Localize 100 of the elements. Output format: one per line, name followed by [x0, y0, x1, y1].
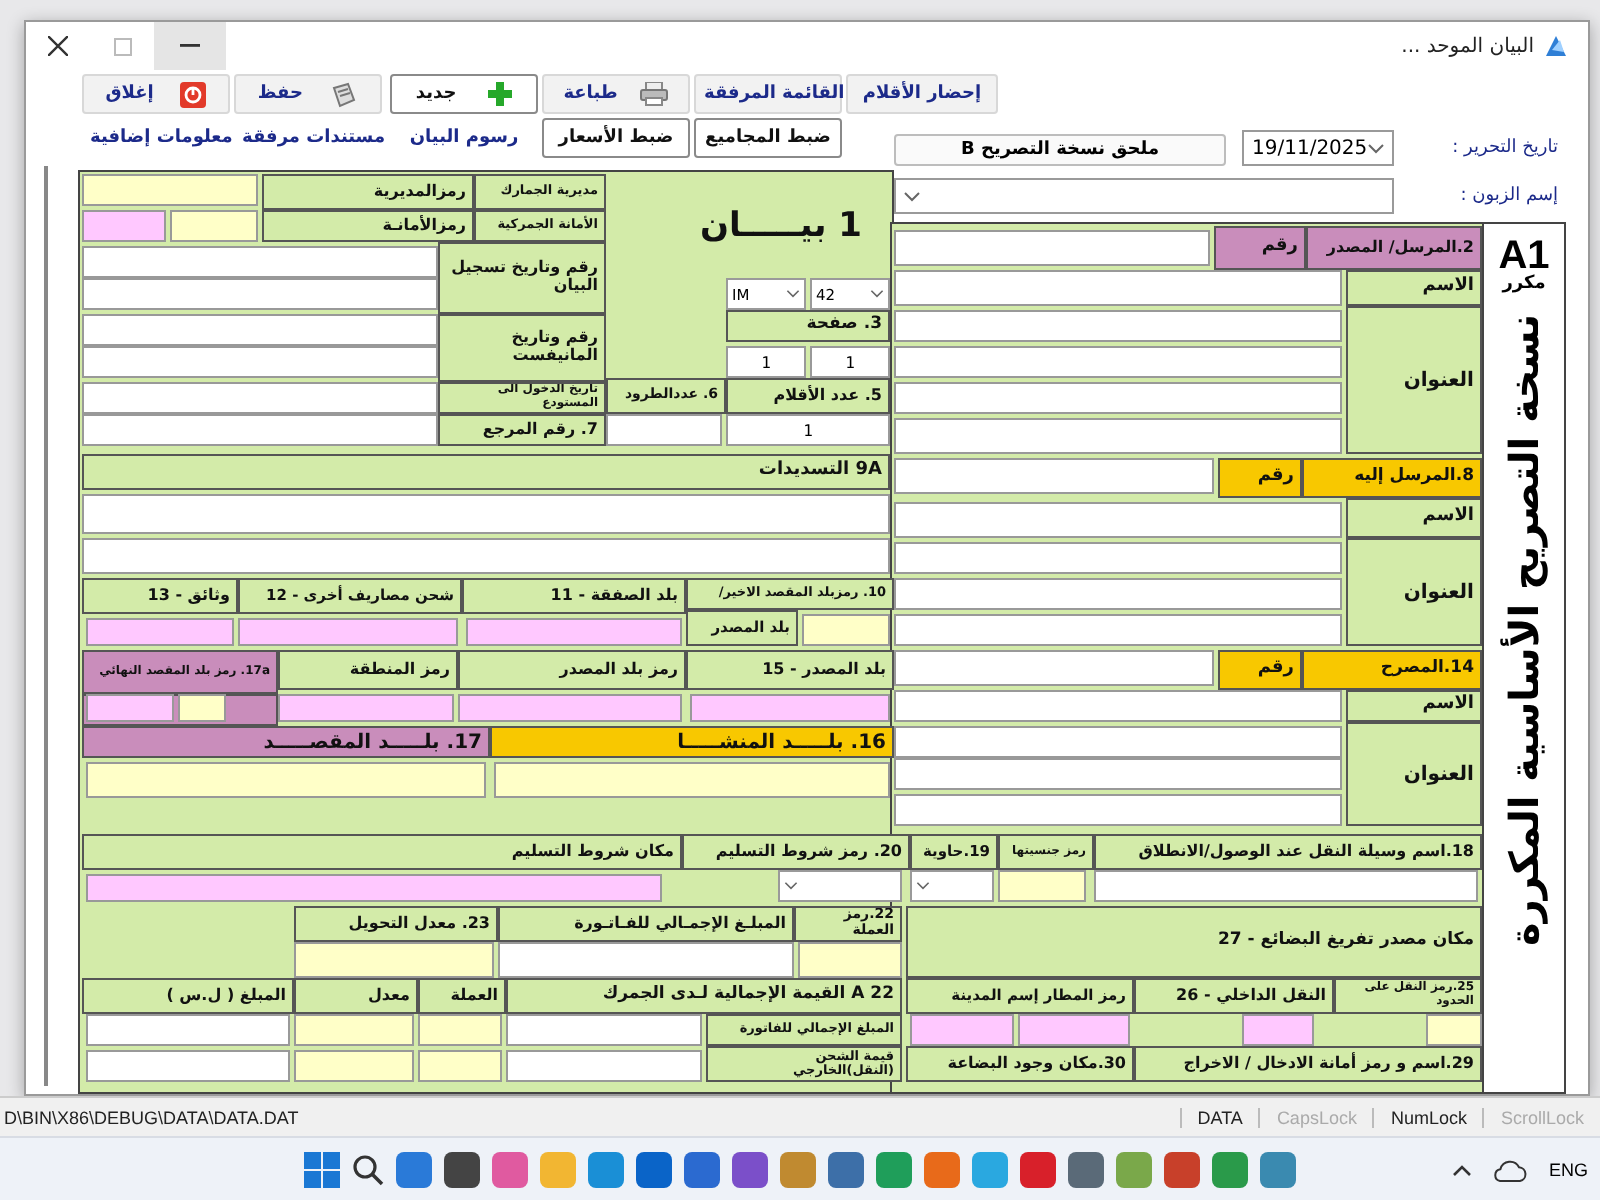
- input-field[interactable]: [82, 278, 438, 310]
- dropdown[interactable]: [910, 870, 994, 902]
- input-field[interactable]: [798, 942, 902, 978]
- input-field[interactable]: 1: [810, 346, 890, 378]
- input-field[interactable]: [82, 210, 166, 242]
- toolbar-button[interactable]: حفظ: [234, 74, 382, 114]
- status-indicator: NumLock: [1372, 1108, 1483, 1128]
- input-field[interactable]: [82, 246, 438, 278]
- input-field[interactable]: [82, 314, 438, 346]
- app-icon[interactable]: [1164, 1152, 1200, 1188]
- input-field[interactable]: [894, 650, 1214, 686]
- input-field[interactable]: [86, 694, 174, 722]
- input-field[interactable]: [1426, 1014, 1482, 1046]
- input-field[interactable]: [690, 694, 890, 722]
- toolbar-button[interactable]: ضبط المجاميع: [694, 118, 842, 158]
- input-field[interactable]: [1242, 1014, 1314, 1046]
- input-field[interactable]: [894, 794, 1342, 826]
- input-field[interactable]: [506, 1014, 702, 1046]
- input-field[interactable]: [894, 726, 1342, 758]
- chevron-icon: [786, 290, 800, 298]
- toolbar-button[interactable]: مستندات مرفقة: [234, 118, 382, 158]
- date-picker[interactable]: 19/11/2025: [1242, 130, 1394, 166]
- input-field[interactable]: [894, 690, 1342, 722]
- input-field[interactable]: [894, 310, 1342, 342]
- input-field[interactable]: [418, 1050, 502, 1082]
- window-title: البيان الموحد ...: [1401, 35, 1534, 57]
- input-field[interactable]: [894, 502, 1342, 538]
- scrollbar[interactable]: [44, 166, 48, 1086]
- input-field[interactable]: [82, 538, 890, 574]
- toolbar-button[interactable]: القائمة المرفقة: [694, 74, 842, 114]
- input-field[interactable]: [894, 270, 1342, 306]
- copy-code: A1: [1498, 235, 1550, 275]
- input-field[interactable]: [894, 346, 1342, 378]
- app-icon[interactable]: [1020, 1152, 1056, 1188]
- input-field[interactable]: 1: [726, 414, 890, 446]
- input-field[interactable]: [1094, 870, 1478, 902]
- input-field[interactable]: [278, 694, 454, 722]
- input-field[interactable]: [294, 1014, 414, 1046]
- input-field[interactable]: [294, 942, 494, 978]
- input-field[interactable]: [894, 382, 1342, 414]
- input-field[interactable]: [894, 578, 1342, 610]
- toolbar-button[interactable]: معلومات إضافية: [82, 118, 230, 158]
- input-field[interactable]: [498, 942, 794, 978]
- input-field[interactable]: [170, 210, 258, 242]
- toolbar-button[interactable]: رسوم البيان: [390, 118, 538, 158]
- input-field[interactable]: [294, 1050, 414, 1082]
- toolbar-button[interactable]: ضبط الأسعار: [542, 118, 690, 158]
- input-field[interactable]: 1: [726, 346, 806, 378]
- input-field[interactable]: [1018, 1014, 1130, 1046]
- toolbar-button[interactable]: إحضار الأقلام: [846, 74, 998, 114]
- start-icon[interactable]: [304, 1152, 340, 1188]
- caret-up-icon[interactable]: [1452, 1164, 1473, 1176]
- app-icon[interactable]: [444, 1152, 480, 1188]
- input-field[interactable]: [82, 174, 258, 206]
- app-icon[interactable]: [1068, 1152, 1104, 1188]
- app-icon[interactable]: [396, 1152, 432, 1188]
- input-field[interactable]: [86, 1050, 290, 1082]
- field-label: العملة: [418, 978, 506, 1014]
- app-icon[interactable]: [828, 1152, 864, 1188]
- input-field[interactable]: [86, 874, 662, 902]
- input-field[interactable]: [418, 1014, 502, 1046]
- field-label: الاسم: [1346, 270, 1482, 306]
- input-field[interactable]: [802, 614, 890, 646]
- input-field[interactable]: [86, 1014, 290, 1046]
- app-icon[interactable]: [732, 1152, 768, 1188]
- input-field[interactable]: [894, 458, 1214, 494]
- toolbar-button[interactable]: إغلاق: [82, 74, 230, 114]
- app-icon[interactable]: [684, 1152, 720, 1188]
- search-icon[interactable]: [352, 1154, 384, 1186]
- cloud-icon[interactable]: [1492, 1159, 1529, 1181]
- input-field[interactable]: [82, 494, 890, 534]
- input-field[interactable]: [998, 870, 1086, 902]
- input-field[interactable]: [82, 382, 438, 414]
- field-label: 8.المرسل إليه: [1302, 458, 1482, 498]
- input-field[interactable]: [238, 618, 458, 646]
- input-field[interactable]: [894, 614, 1342, 646]
- language-indicator[interactable]: ENG: [1548, 1160, 1588, 1180]
- input-field[interactable]: [466, 618, 682, 646]
- input-field[interactable]: [894, 542, 1342, 574]
- chevron-icon: [1368, 143, 1384, 153]
- toolbar-button[interactable]: طباعة: [542, 74, 690, 114]
- annex-button[interactable]: ملحق نسخة التصريح B: [894, 134, 1226, 166]
- input-field[interactable]: [82, 414, 438, 446]
- field-label: 22 A القيمة الإجمالية لـدى الجمرك: [506, 978, 902, 1014]
- input-field[interactable]: [458, 694, 682, 722]
- dropdown[interactable]: [778, 870, 902, 902]
- customer-dropdown[interactable]: [894, 178, 1394, 214]
- input-field[interactable]: [894, 230, 1210, 266]
- input-field[interactable]: [910, 1014, 1014, 1046]
- input-field[interactable]: [178, 694, 226, 722]
- input-field[interactable]: [86, 762, 486, 798]
- input-field[interactable]: [494, 762, 890, 798]
- input-field[interactable]: [894, 418, 1342, 454]
- input-field[interactable]: [894, 758, 1342, 790]
- input-field[interactable]: [506, 1050, 702, 1082]
- toolbar-button[interactable]: جديد: [390, 74, 538, 114]
- input-field[interactable]: [86, 618, 234, 646]
- app-icon[interactable]: [636, 1152, 672, 1188]
- input-field[interactable]: [606, 414, 722, 446]
- input-field[interactable]: [82, 346, 438, 378]
